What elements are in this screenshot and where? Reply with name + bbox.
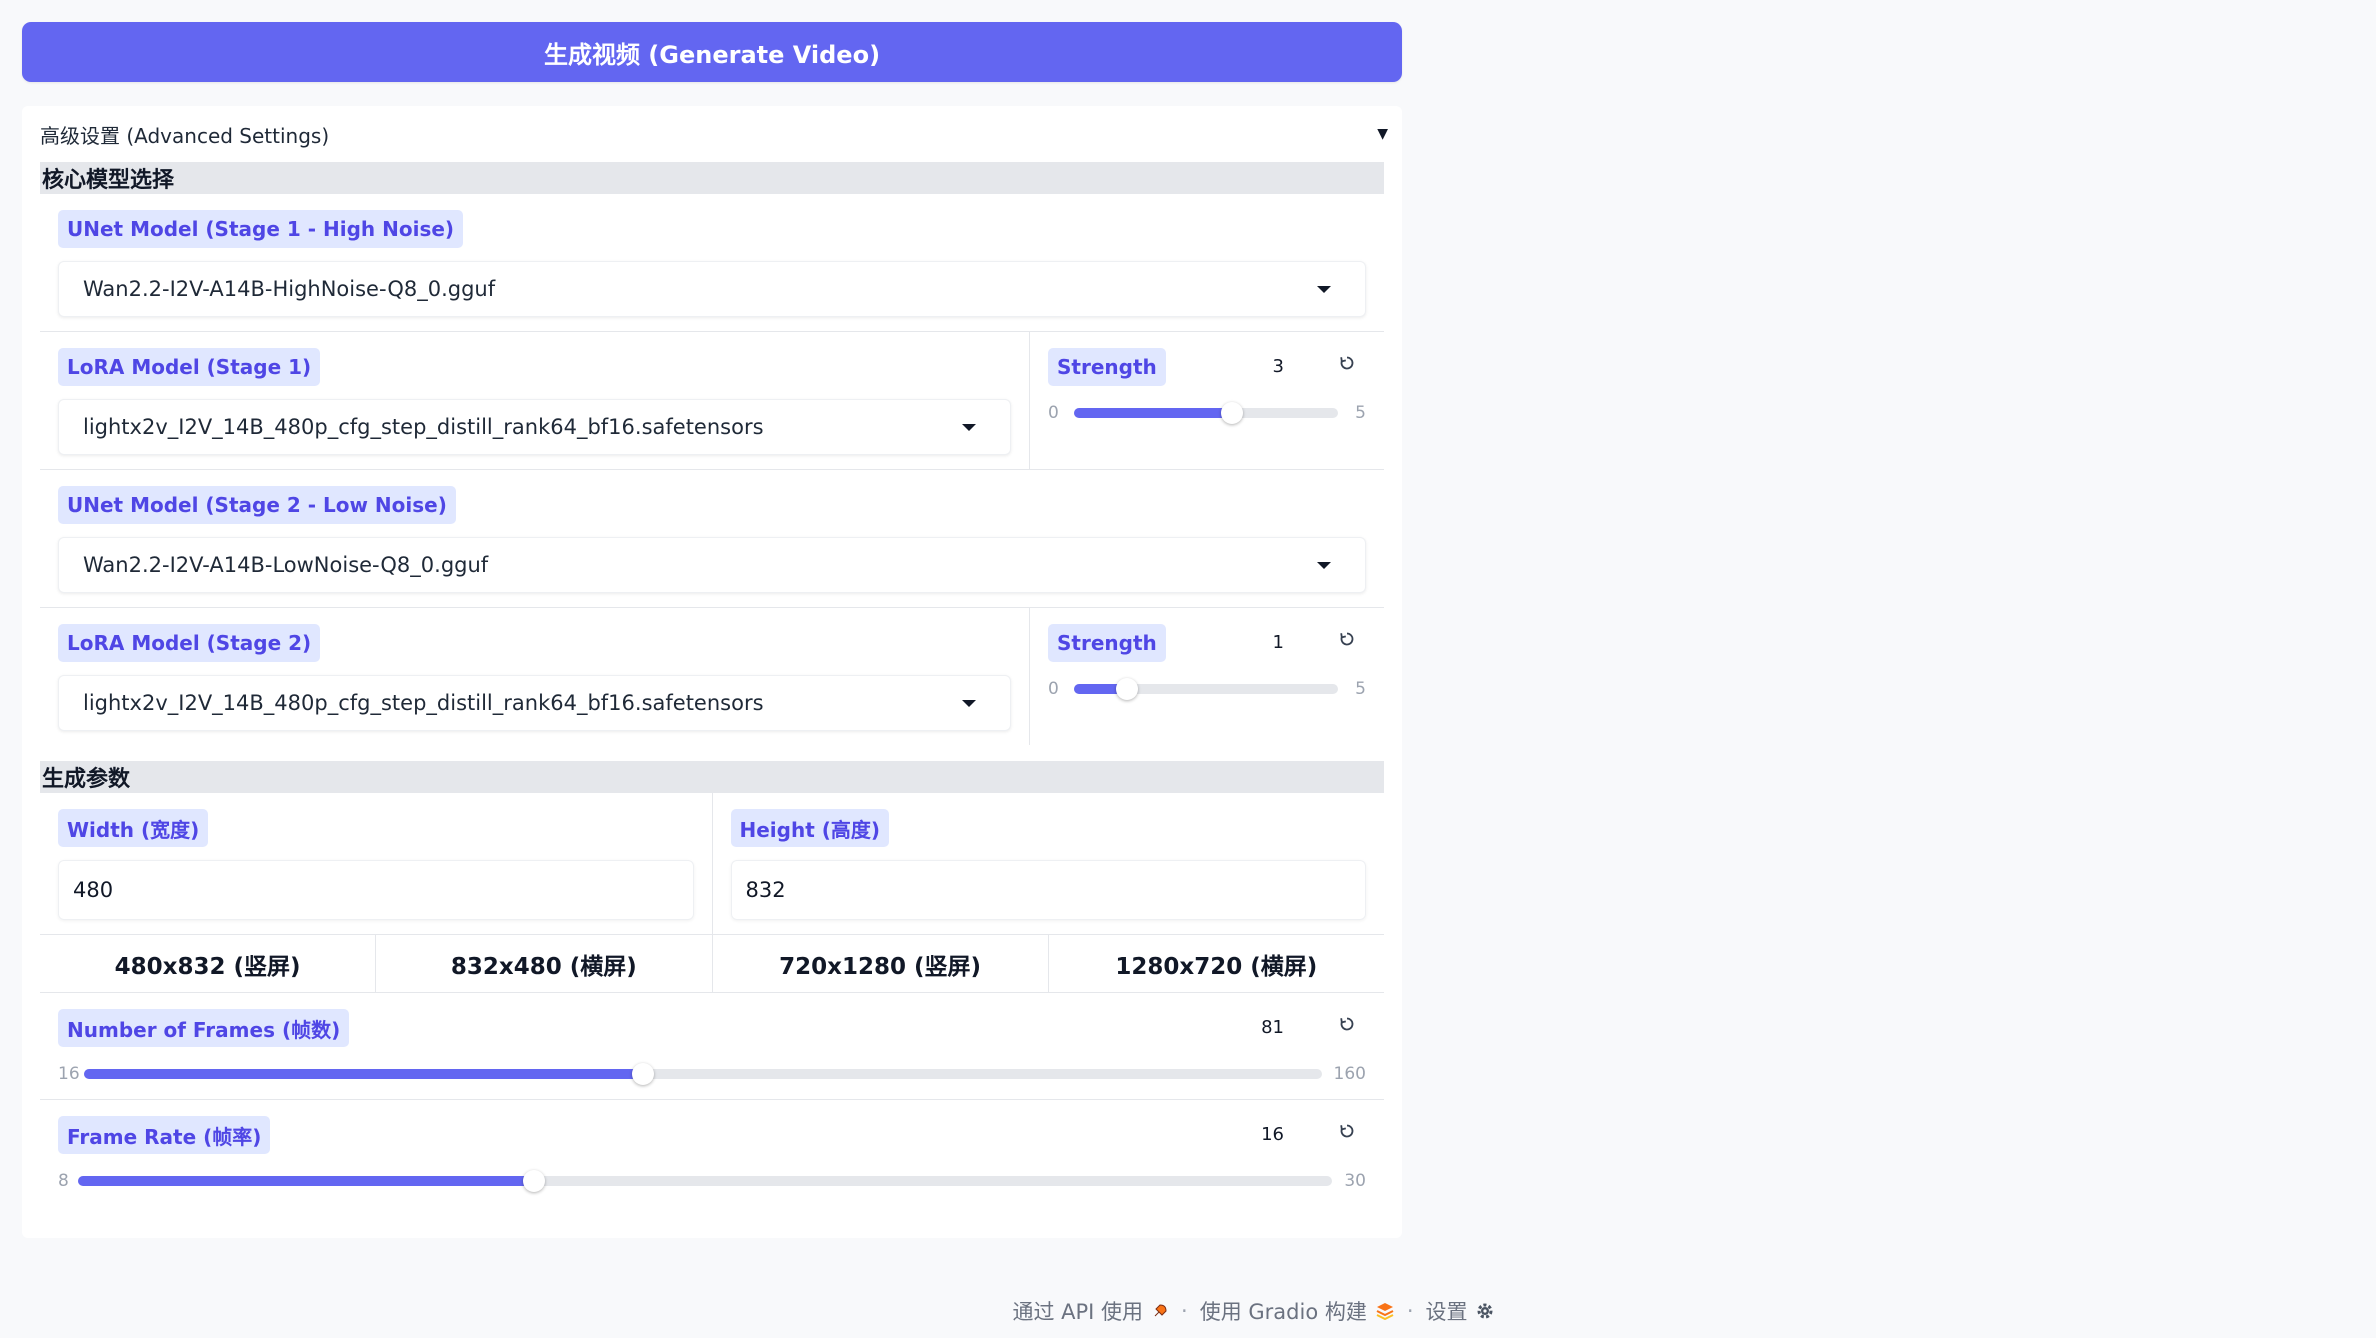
lora2-block: LoRA Model (Stage 2) lightx2v_I2V_14B_48… bbox=[40, 608, 1030, 745]
lora1-block: LoRA Model (Stage 1) lightx2v_I2V_14B_48… bbox=[40, 332, 1030, 469]
frames-block: Number of Frames (帧数) 81 16 160 bbox=[40, 993, 1384, 1100]
unet2-value: Wan2.2-I2V-A14B-LowNoise-Q8_0.gguf bbox=[83, 553, 489, 577]
strength1-label: Strength bbox=[1048, 348, 1166, 386]
advanced-settings-title: 高级设置 (Advanced Settings) bbox=[40, 123, 330, 148]
strength1-block: Strength 3 0 5 bbox=[1030, 332, 1384, 469]
reset-icon[interactable] bbox=[1338, 630, 1356, 648]
lora1-label: LoRA Model (Stage 1) bbox=[58, 348, 321, 386]
lora2-value: lightx2v_I2V_14B_480p_cfg_step_distill_r… bbox=[83, 691, 764, 715]
slider-fill bbox=[84, 1069, 643, 1079]
slider-thumb[interactable] bbox=[522, 1170, 545, 1192]
unet1-label: UNet Model (Stage 1 - High Noise) bbox=[58, 210, 464, 248]
slider-min-label: 16 bbox=[58, 1064, 80, 1084]
frames-slider[interactable]: 16 160 bbox=[58, 1059, 1366, 1089]
chevron-down-icon bbox=[1317, 285, 1331, 293]
separator: · bbox=[1181, 1299, 1188, 1323]
slider-thumb[interactable] bbox=[631, 1063, 654, 1085]
advanced-settings-header[interactable]: 高级设置 (Advanced Settings) ▼ bbox=[40, 106, 1388, 162]
slider-min-label: 0 bbox=[1048, 679, 1059, 699]
unet2-label: UNet Model (Stage 2 - Low Noise) bbox=[58, 486, 456, 524]
gradio-logo-icon bbox=[1375, 1302, 1395, 1320]
slider-max-label: 160 bbox=[1333, 1064, 1366, 1084]
slider-track[interactable] bbox=[1074, 678, 1338, 700]
built-with-gradio-label: 使用 Gradio 构建 bbox=[1199, 1300, 1367, 1324]
resolution-presets: 480x832 (竖屏) 832x480 (横屏) 720x1280 (竖屏) … bbox=[40, 935, 1384, 993]
lora1-row: LoRA Model (Stage 1) lightx2v_I2V_14B_48… bbox=[40, 332, 1384, 470]
footer: 通过 API 使用 · 使用 Gradio 构建 · 设置 bbox=[0, 1296, 2376, 1326]
width-block: Width (宽度) 480 bbox=[40, 793, 713, 934]
frames-number-input[interactable]: 81 bbox=[1261, 1017, 1284, 1038]
unet1-value: Wan2.2-I2V-A14B-HighNoise-Q8_0.gguf bbox=[83, 277, 496, 301]
rocket-icon bbox=[1151, 1302, 1169, 1320]
built-with-gradio-link[interactable]: 使用 Gradio 构建 bbox=[1200, 1296, 1395, 1326]
settings-label: 设置 bbox=[1425, 1300, 1468, 1324]
unet1-dropdown[interactable]: Wan2.2-I2V-A14B-HighNoise-Q8_0.gguf bbox=[58, 261, 1366, 317]
strength2-slider[interactable]: 0 5 bbox=[1048, 674, 1366, 704]
models-section-title: 核心模型选择 bbox=[40, 162, 1384, 194]
reset-icon[interactable] bbox=[1338, 354, 1356, 372]
unet2-dropdown[interactable]: Wan2.2-I2V-A14B-LowNoise-Q8_0.gguf bbox=[58, 537, 1366, 593]
slider-max-label: 5 bbox=[1355, 403, 1366, 423]
use-via-api-label: 通过 API 使用 bbox=[1012, 1300, 1144, 1324]
frames-label: Number of Frames (帧数) bbox=[58, 1009, 350, 1047]
slider-max-label: 5 bbox=[1355, 679, 1366, 699]
params-section-title: 生成参数 bbox=[40, 761, 1384, 793]
lora2-label: LoRA Model (Stage 2) bbox=[58, 624, 321, 662]
advanced-settings-panel: 高级设置 (Advanced Settings) ▼ 核心模型选择 UNet M… bbox=[22, 106, 1402, 1238]
lora2-dropdown[interactable]: lightx2v_I2V_14B_480p_cfg_step_distill_r… bbox=[58, 675, 1011, 731]
chevron-down-icon bbox=[1317, 561, 1331, 569]
fps-slider[interactable]: 8 30 bbox=[58, 1166, 1366, 1196]
preset-480x832-button[interactable]: 480x832 (竖屏) bbox=[40, 935, 377, 992]
fps-number-input[interactable]: 16 bbox=[1261, 1124, 1284, 1145]
strength2-block: Strength 1 0 5 bbox=[1030, 608, 1384, 745]
lora2-row: LoRA Model (Stage 2) lightx2v_I2V_14B_48… bbox=[40, 608, 1384, 745]
slider-track[interactable] bbox=[1074, 402, 1338, 424]
lora1-value: lightx2v_I2V_14B_480p_cfg_step_distill_r… bbox=[83, 415, 764, 439]
generate-video-button[interactable]: 生成视频 (Generate Video) bbox=[22, 22, 1402, 82]
unet2-block: UNet Model (Stage 2 - Low Noise) Wan2.2-… bbox=[40, 470, 1384, 608]
dimensions-row: Width (宽度) 480 Height (高度) 832 bbox=[40, 793, 1384, 935]
lora1-dropdown[interactable]: lightx2v_I2V_14B_480p_cfg_step_distill_r… bbox=[58, 399, 1011, 455]
slider-thumb[interactable] bbox=[1221, 402, 1244, 424]
separator: · bbox=[1406, 1299, 1414, 1323]
reset-icon[interactable] bbox=[1338, 1122, 1356, 1140]
height-label: Height (高度) bbox=[730, 809, 890, 847]
fps-label: Frame Rate (帧率) bbox=[58, 1116, 271, 1154]
strength2-label: Strength bbox=[1048, 624, 1166, 662]
slider-min-label: 8 bbox=[58, 1171, 69, 1191]
slider-max-label: 30 bbox=[1344, 1171, 1366, 1191]
slider-thumb[interactable] bbox=[1115, 678, 1138, 700]
strength1-number-input[interactable]: 3 bbox=[1273, 356, 1284, 377]
reset-icon[interactable] bbox=[1338, 1015, 1356, 1033]
width-label: Width (宽度) bbox=[58, 809, 209, 847]
preset-1280x720-button[interactable]: 1280x720 (横屏) bbox=[1048, 935, 1384, 992]
chevron-down-icon bbox=[962, 423, 976, 431]
app-container: 生成视频 (Generate Video) 高级设置 (Advanced Set… bbox=[22, 22, 1402, 1238]
slider-fill bbox=[1074, 408, 1233, 418]
preset-720x1280-button[interactable]: 720x1280 (竖屏) bbox=[712, 935, 1049, 992]
preset-832x480-button[interactable]: 832x480 (横屏) bbox=[376, 935, 713, 992]
collapse-caret-icon[interactable]: ▼ bbox=[1377, 126, 1388, 142]
fps-block: Frame Rate (帧率) 16 8 30 bbox=[40, 1100, 1384, 1206]
gear-icon bbox=[1476, 1302, 1494, 1320]
unet1-block: UNet Model (Stage 1 - High Noise) Wan2.2… bbox=[40, 194, 1384, 332]
slider-track[interactable] bbox=[84, 1063, 1322, 1085]
height-block: Height (高度) 832 bbox=[713, 793, 1385, 934]
slider-fill bbox=[78, 1176, 534, 1186]
strength2-number-input[interactable]: 1 bbox=[1273, 632, 1284, 653]
slider-track[interactable] bbox=[78, 1170, 1332, 1192]
chevron-down-icon bbox=[962, 699, 976, 707]
settings-link[interactable]: 设置 bbox=[1426, 1296, 1494, 1326]
use-via-api-link[interactable]: 通过 API 使用 bbox=[1012, 1296, 1169, 1326]
slider-min-label: 0 bbox=[1048, 403, 1059, 423]
height-input[interactable]: 832 bbox=[730, 860, 1366, 920]
strength1-slider[interactable]: 0 5 bbox=[1048, 398, 1366, 428]
width-input[interactable]: 480 bbox=[58, 860, 694, 920]
